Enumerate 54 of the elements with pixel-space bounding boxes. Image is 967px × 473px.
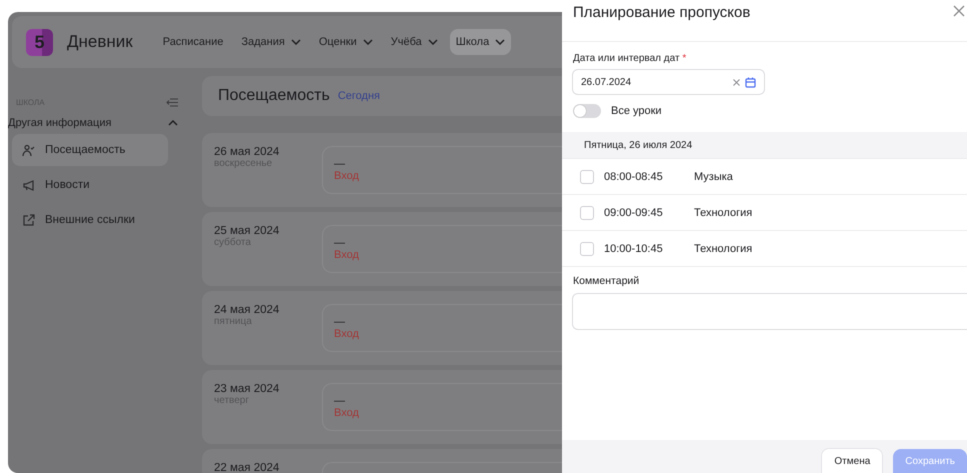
cancel-button[interactable]: Отмена	[821, 448, 884, 473]
day-date: 23 мая 2024	[214, 383, 280, 395]
megaphone-icon	[22, 178, 35, 192]
day-date: 22 мая 2024	[214, 462, 280, 473]
day-date: 24 мая 2024	[214, 304, 280, 316]
external-link-icon	[22, 214, 35, 226]
checkbox[interactable]	[580, 206, 594, 220]
day-header: Пятница, 26 июля 2024	[562, 132, 967, 159]
brand-name: Дневник	[67, 32, 133, 52]
lesson-time: 09:00-09:45	[604, 206, 664, 218]
toggle-switch[interactable]	[573, 104, 601, 118]
comment-field[interactable]	[572, 293, 967, 330]
day-date: 25 мая 2024	[214, 225, 280, 237]
collapse-sidebar-icon[interactable]	[166, 98, 178, 107]
sidebar-item[interactable]: Посещаемость	[12, 134, 168, 166]
entry-label: Вход	[334, 328, 360, 340]
entry-label: Вход	[334, 170, 360, 182]
mark-text: —	[334, 317, 346, 328]
lesson-subject: Технология	[694, 206, 752, 218]
nav-tab[interactable]: Расписание	[156, 29, 230, 55]
nav-tab[interactable]: Школа	[450, 29, 512, 55]
mark-text: —	[334, 396, 346, 407]
lesson-time: 08:00-08:45	[604, 170, 664, 182]
comment-label: Комментарий	[572, 274, 640, 287]
sidebar-item[interactable]: Внешние ссылки	[12, 204, 168, 236]
mark-text: —	[334, 238, 346, 249]
chevron-down-icon	[495, 39, 506, 45]
person-check-icon	[22, 144, 35, 156]
chevron-down-icon	[428, 39, 438, 45]
dialog-title: Планирование пропусков	[573, 4, 750, 21]
nav-tab[interactable]: Оценки	[312, 29, 379, 55]
app-logo: 5	[26, 28, 53, 56]
lesson-subject: Музыка	[694, 170, 733, 182]
entry-label: Вход	[334, 407, 360, 419]
checkbox[interactable]	[580, 170, 594, 184]
date-field[interactable]: 26.07.2024	[572, 69, 765, 95]
lesson-subject: Технология	[694, 242, 752, 254]
nav-tab[interactable]: Учёба	[384, 29, 444, 55]
clear-icon[interactable]	[733, 78, 740, 86]
nav-tab[interactable]: Задания	[235, 29, 307, 55]
chevron-down-icon	[290, 39, 301, 45]
group-toggle[interactable]: Другая информация	[8, 115, 188, 131]
toggle-label: Все уроки	[611, 105, 662, 117]
field-label: Дата или интервал дат *	[572, 52, 688, 64]
calendar-icon[interactable]	[745, 76, 756, 88]
lesson-time: 10:00-10:45	[604, 242, 664, 254]
sidebar-item[interactable]: Новости	[12, 169, 168, 201]
today-link[interactable]: Сегодня	[338, 90, 380, 102]
day-date: 26 мая 2024	[214, 146, 280, 158]
page-title: Посещаемость	[218, 87, 330, 105]
entry-label: Вход	[334, 249, 360, 261]
checkbox[interactable]	[580, 242, 594, 256]
mark-text: —	[334, 159, 346, 170]
chevron-down-icon	[362, 39, 373, 45]
